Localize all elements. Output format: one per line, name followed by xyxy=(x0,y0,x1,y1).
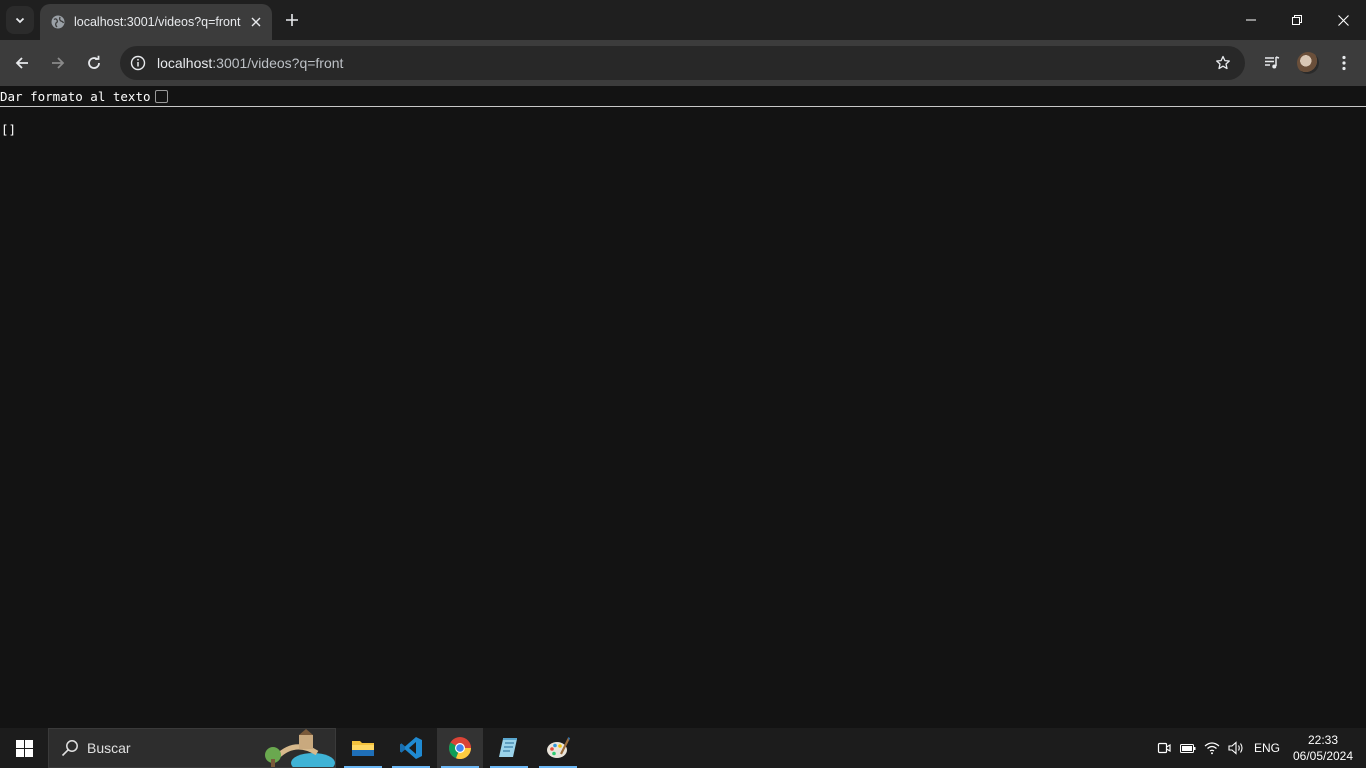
pretty-print-bar: Dar formato al texto xyxy=(0,86,1366,107)
input-language[interactable]: ENG xyxy=(1254,741,1280,755)
taskbar-file-explorer[interactable] xyxy=(340,728,386,768)
windows-taskbar: Buscar ENG 22:33 06/05/2024 xyxy=(0,728,1366,768)
browser-tab-strip: localhost:3001/videos?q=front xyxy=(0,0,1366,40)
restore-icon xyxy=(1292,15,1302,25)
window-controls xyxy=(1228,0,1366,40)
chevron-down-icon xyxy=(15,17,25,24)
taskbar-chrome[interactable] xyxy=(437,728,483,768)
taskbar-search-box[interactable]: Buscar xyxy=(48,728,336,768)
restore-button[interactable] xyxy=(1274,0,1320,40)
reload-button[interactable] xyxy=(78,47,110,79)
address-bar[interactable]: localhost:3001/videos?q=front xyxy=(120,46,1245,80)
tray-camera-mic-indicator[interactable] xyxy=(1152,728,1176,768)
windows-logo-icon xyxy=(15,739,33,757)
clock-date: 06/05/2024 xyxy=(1292,749,1354,763)
globe-icon xyxy=(50,14,66,30)
url-host: localhost xyxy=(157,55,213,71)
close-window-button[interactable] xyxy=(1320,0,1366,40)
arrow-right-icon xyxy=(52,57,65,69)
notepad-icon xyxy=(499,738,517,757)
tray-network[interactable] xyxy=(1200,728,1224,768)
search-highlight-illustration-icon xyxy=(265,729,335,767)
page-content: Dar formato al texto [] xyxy=(0,86,1366,728)
back-button[interactable] xyxy=(6,47,38,79)
new-tab-button[interactable] xyxy=(280,8,304,32)
pretty-print-label[interactable]: Dar formato al texto xyxy=(0,89,151,104)
kebab-menu-icon xyxy=(1342,55,1346,71)
site-info-icon[interactable] xyxy=(128,53,148,73)
chrome-icon xyxy=(448,737,472,760)
clock-time: 22:33 xyxy=(1307,733,1339,747)
tab-title: localhost:3001/videos?q=front xyxy=(74,15,241,29)
paint-palette-icon xyxy=(547,737,570,758)
vscode-icon xyxy=(400,737,422,759)
minimize-button[interactable] xyxy=(1228,0,1274,40)
close-tab-icon[interactable] xyxy=(248,14,264,30)
close-icon xyxy=(1337,14,1349,26)
folder-icon xyxy=(352,741,374,756)
taskbar-paint[interactable] xyxy=(535,728,581,768)
start-button[interactable] xyxy=(0,728,48,768)
media-control-button[interactable] xyxy=(1256,47,1288,79)
clock[interactable]: 22:33 06/05/2024 xyxy=(1288,732,1358,764)
search-icon xyxy=(61,740,78,757)
playlist-music-icon xyxy=(1265,56,1280,69)
search-placeholder: Buscar xyxy=(87,740,131,756)
plus-icon xyxy=(286,14,298,26)
tab-search-button[interactable] xyxy=(6,6,34,34)
profile-button[interactable] xyxy=(1292,47,1324,79)
url-text[interactable]: localhost:3001/videos?q=front xyxy=(157,55,1211,71)
tray-volume[interactable] xyxy=(1224,728,1248,768)
arrow-left-icon xyxy=(15,57,28,69)
pretty-print-checkbox[interactable] xyxy=(154,89,168,103)
browser-menu-button[interactable] xyxy=(1328,47,1360,79)
json-response-text: [] xyxy=(1,122,17,137)
system-tray: ENG 22:33 06/05/2024 xyxy=(1152,728,1366,768)
browser-toolbar: localhost:3001/videos?q=front xyxy=(0,40,1366,86)
reload-icon xyxy=(88,55,100,69)
taskbar-notepad[interactable] xyxy=(486,728,532,768)
camera-icon xyxy=(1157,742,1171,754)
tab-active[interactable]: localhost:3001/videos?q=front xyxy=(40,4,272,40)
url-path: :3001/videos?q=front xyxy=(212,55,344,71)
battery-icon xyxy=(1179,744,1196,753)
avatar xyxy=(1297,52,1319,74)
bookmark-star-icon[interactable] xyxy=(1211,51,1235,75)
wifi-icon xyxy=(1204,742,1220,755)
forward-button[interactable] xyxy=(42,47,74,79)
minimize-icon xyxy=(1246,19,1256,21)
speaker-icon xyxy=(1228,741,1243,755)
tray-battery[interactable] xyxy=(1176,728,1200,768)
taskbar-vscode[interactable] xyxy=(388,728,434,768)
